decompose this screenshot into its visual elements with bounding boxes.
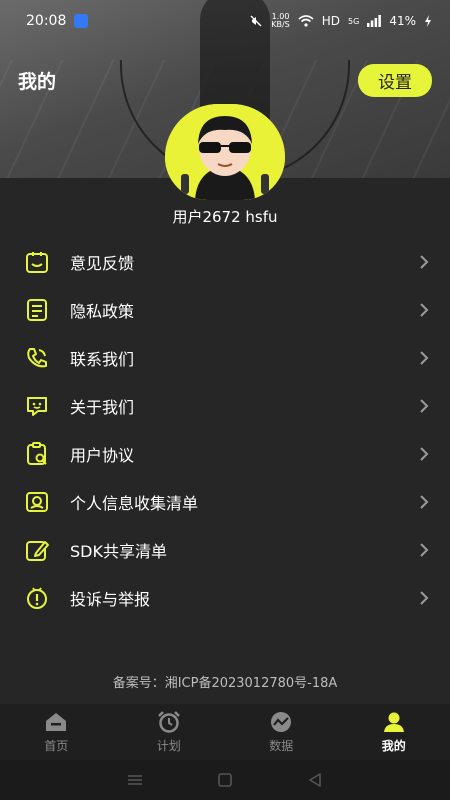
- settings-button[interactable]: 设置: [358, 63, 432, 97]
- status-bar: 20:08 1.00 KB/S HD 5G 41%: [0, 0, 450, 42]
- mute-icon: [250, 15, 262, 27]
- signal-label: 5G: [348, 16, 360, 26]
- system-navigation-bar: [0, 760, 450, 800]
- chevron-right-icon: [420, 591, 429, 605]
- status-time: 20:08: [26, 13, 67, 29]
- tab-mine[interactable]: 我的: [338, 704, 450, 760]
- tab-label: 首页: [44, 738, 69, 753]
- chevron-right-icon: [420, 495, 429, 509]
- phone-icon: [27, 348, 47, 368]
- chevron-right-icon: [420, 255, 429, 269]
- net-speed-unit: KB/S: [271, 20, 290, 29]
- avatar-illustration-icon: [165, 104, 285, 200]
- menu-item-feedback[interactable]: 意见反馈: [0, 238, 450, 286]
- alarm-clock-icon: [157, 710, 180, 733]
- menu-item-label: 个人信息收集清单: [70, 494, 199, 513]
- chevron-right-icon: [420, 447, 429, 461]
- chevron-right-icon: [420, 543, 429, 557]
- chevron-right-icon: [420, 303, 429, 317]
- menu-item-label: 用户协议: [70, 446, 135, 465]
- net-speed: 1.00 KB/S: [271, 13, 290, 29]
- home-square-icon[interactable]: [216, 773, 234, 787]
- user-name: 用户2672 hsfu: [172, 208, 278, 226]
- menu-item-about[interactable]: 关于我们: [0, 382, 450, 430]
- menu-item-contact[interactable]: 联系我们: [0, 334, 450, 382]
- chevron-right-icon: [420, 351, 429, 365]
- page-title: 我的: [18, 70, 57, 93]
- charging-icon: [425, 15, 431, 27]
- wifi-icon: [298, 15, 314, 27]
- home-icon: [46, 712, 67, 731]
- avatar[interactable]: [165, 104, 285, 200]
- chevron-right-icon: [420, 399, 429, 413]
- privacy-doc-icon: [27, 299, 47, 321]
- menu-item-label: 关于我们: [70, 398, 135, 417]
- person-icon: [383, 712, 404, 732]
- menu-item-label: SDK共享清单: [70, 542, 167, 561]
- tab-label: 计划: [156, 738, 181, 753]
- menu-item-report[interactable]: 投诉与举报: [0, 574, 450, 622]
- title-row: 我的 设置: [0, 62, 450, 98]
- tab-label: 我的: [381, 738, 406, 753]
- chart-icon: [271, 711, 292, 732]
- menu-lines-icon[interactable]: [126, 773, 144, 787]
- chat-bubble-icon: [27, 397, 47, 416]
- menu-item-label: 投诉与举报: [70, 590, 151, 609]
- icp-record: 备案号：湘ICP备2023012780号-18A: [112, 676, 338, 691]
- tab-plan[interactable]: 计划: [113, 704, 226, 760]
- menu-item-privacy[interactable]: 隐私政策: [0, 286, 450, 334]
- tab-data[interactable]: 数据: [225, 704, 338, 760]
- hd-indicator: HD: [321, 14, 341, 28]
- agreement-icon: [27, 442, 47, 465]
- sdk-edit-icon: [26, 541, 49, 561]
- menu-item-label: 意见反馈: [70, 254, 135, 273]
- back-triangle-icon[interactable]: [306, 773, 324, 787]
- tab-label: 数据: [269, 738, 294, 753]
- menu-item-sdk[interactable]: SDK共享清单: [0, 526, 450, 574]
- signal-icon: [367, 15, 382, 27]
- report-icon: [27, 587, 47, 609]
- battery-level: 41%: [389, 14, 416, 28]
- feedback-icon: [26, 252, 48, 273]
- settings-menu: 意见反馈 隐私政策 联系我们 关于我们 用户协议 个人信息收集清单 SDK共享清…: [0, 238, 450, 622]
- bottom-tab-bar: 首页 计划 数据 我的: [0, 704, 450, 760]
- menu-item-personal-info[interactable]: 个人信息收集清单: [0, 478, 450, 526]
- personal-info-icon: [26, 492, 48, 512]
- menu-item-label: 联系我们: [70, 350, 135, 369]
- tab-home[interactable]: 首页: [0, 704, 113, 760]
- app-notification-icon: [74, 14, 89, 28]
- menu-item-agreement[interactable]: 用户协议: [0, 430, 450, 478]
- menu-item-label: 隐私政策: [70, 302, 135, 321]
